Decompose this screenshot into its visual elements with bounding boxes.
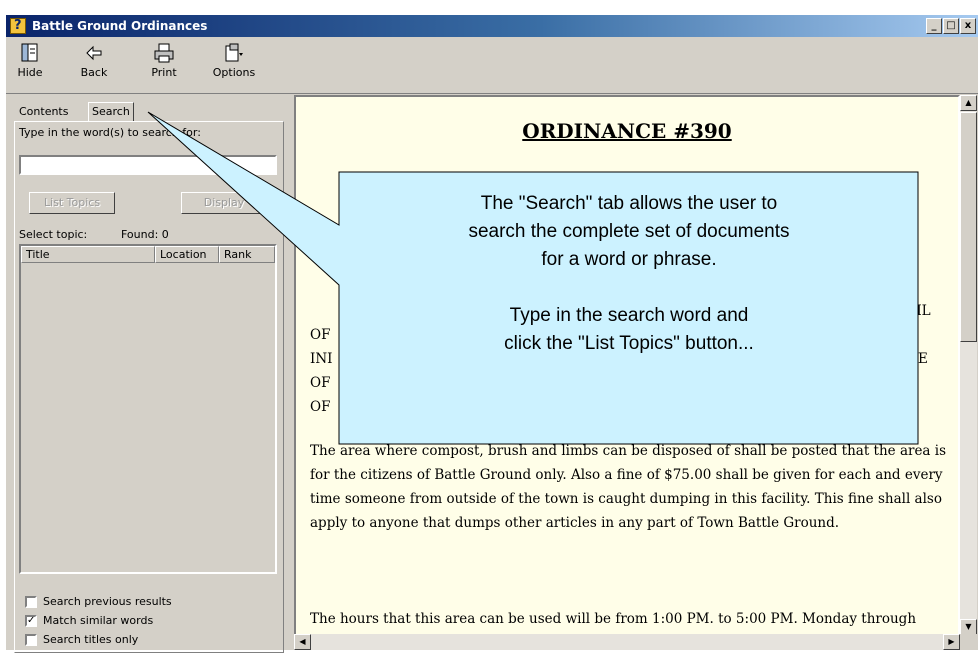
title-bar[interactable]: Battle Ground Ordinances _□x [6, 15, 978, 37]
print-label: Print [151, 66, 177, 79]
checkmark-icon: ✓ [27, 615, 36, 626]
tab-contents[interactable]: Contents [16, 104, 71, 120]
results-column-headers: Title Location Rank [21, 246, 275, 263]
text-fragment: INI [310, 351, 333, 367]
column-header-rank[interactable]: Rank [219, 246, 275, 263]
display-button[interactable]: Display [181, 192, 267, 214]
back-arrow-icon [86, 45, 102, 61]
callout-line: search the complete set of documents [468, 221, 790, 242]
scroll-thumb[interactable] [960, 112, 977, 342]
callout-line: for a word or phrase. [541, 249, 717, 270]
search-titles-only-label: Search titles only [43, 633, 139, 646]
back-button[interactable]: Back [72, 43, 116, 79]
column-header-title[interactable]: Title [21, 246, 155, 263]
scroll-left-icon[interactable]: ◀ [294, 634, 311, 650]
search-input[interactable] [19, 155, 277, 175]
search-previous-results-checkbox[interactable] [25, 596, 37, 608]
hide-label: Hide [17, 66, 43, 79]
ordinance-paragraph: The area where compost, brush and limbs … [310, 443, 947, 531]
tab-search[interactable]: Search [88, 102, 134, 122]
horizontal-scrollbar[interactable]: ◀ ▶ [294, 634, 960, 650]
text-fragment: OF [310, 327, 331, 343]
text-fragment: OF [310, 399, 331, 415]
print-button[interactable]: Print [142, 43, 186, 79]
search-tab-panel: Type in the word(s) to search for: List … [14, 121, 284, 653]
toolbar: Hide Back Print Options [6, 37, 978, 94]
scroll-up-icon[interactable]: ▲ [960, 95, 977, 111]
text-fragment: E [918, 351, 928, 367]
column-header-location[interactable]: Location [155, 246, 219, 263]
search-previous-results-label: Search previous results [43, 595, 172, 608]
callout-line: click the "List Topics" button... [504, 333, 754, 354]
options-label: Options [212, 66, 256, 79]
document-title: ORDINANCE #390 [522, 119, 732, 143]
callout-line: The "Search" tab allows the user to [480, 193, 778, 214]
scroll-right-icon[interactable]: ▶ [943, 634, 960, 650]
close-button[interactable]: x [960, 18, 976, 34]
search-prompt-label: Type in the word(s) to search for: [19, 126, 201, 139]
topic-results-list[interactable]: Title Location Rank [19, 244, 277, 574]
navigation-pane: Contents Search Type in the word(s) to s… [6, 95, 288, 653]
found-count: Found: 0 [121, 228, 169, 241]
scroll-down-icon[interactable]: ▼ [960, 619, 977, 635]
match-similar-words-checkbox[interactable]: ✓ [25, 615, 37, 627]
match-similar-words-label: Match similar words [43, 614, 154, 627]
select-topic-label: Select topic: [19, 228, 88, 241]
minimize-button[interactable]: _ [926, 18, 942, 34]
hide-button[interactable]: Hide [8, 43, 52, 79]
search-titles-only-checkbox[interactable] [25, 634, 37, 646]
options-button[interactable]: Options [206, 43, 262, 79]
help-app-icon [10, 18, 26, 34]
hide-icon [21, 43, 38, 62]
callout-spacer [339, 274, 919, 302]
window-controls: _ □ x [925, 18, 976, 34]
list-topics-button[interactable]: List Topics [29, 192, 115, 214]
back-label: Back [80, 66, 108, 79]
scroll-corner [960, 634, 977, 650]
maximize-button[interactable]: □ [943, 18, 959, 34]
callout-text: The "Search" tab allows the user to sear… [339, 190, 919, 358]
window-title: Battle Ground Ordinances [32, 19, 208, 33]
vertical-scrollbar[interactable]: ▲ ▼ [960, 95, 977, 635]
callout-line: Type in the search word and [509, 305, 749, 326]
text-fragment: OF [310, 375, 331, 391]
document-pane: ORDINANCE #390 CIL OF INI E OF OF The ar… [294, 95, 960, 650]
printer-icon [154, 43, 174, 63]
options-icon [225, 43, 243, 62]
